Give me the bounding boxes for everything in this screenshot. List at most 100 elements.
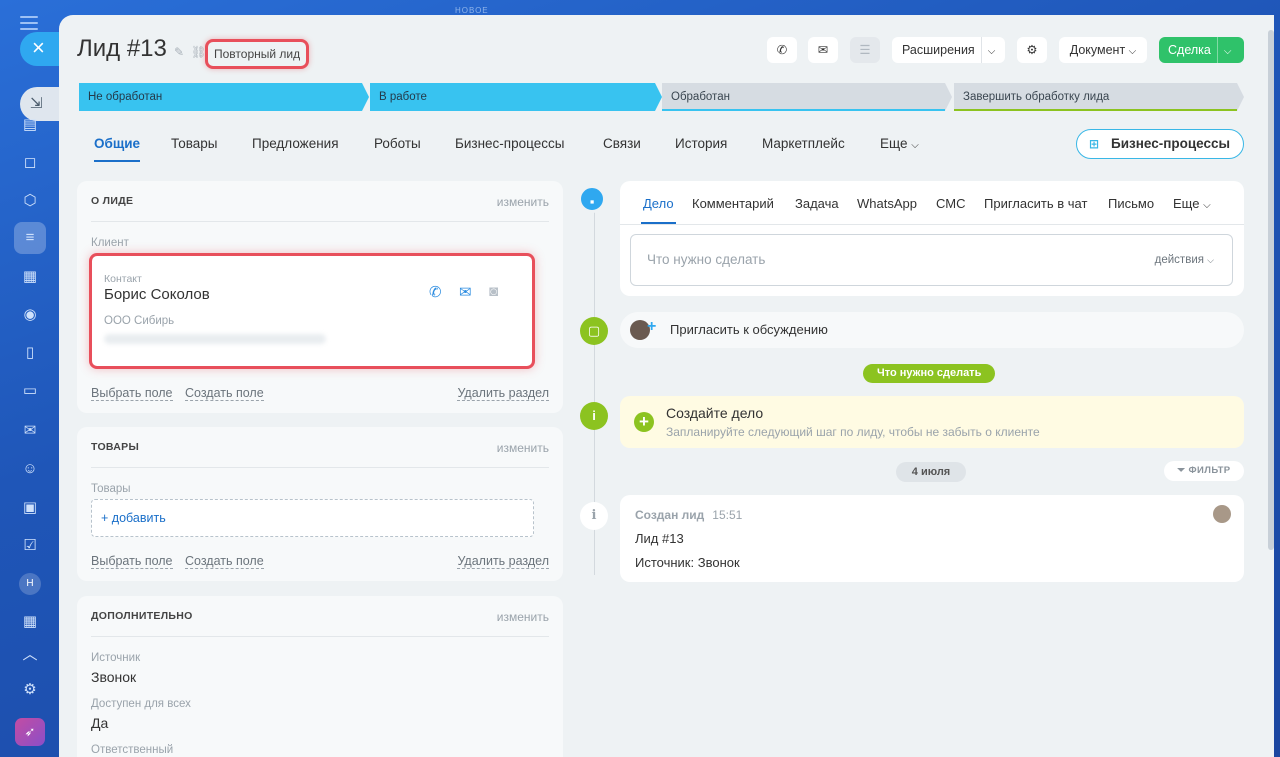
close-icon[interactable]: ×	[20, 32, 60, 66]
todo-input[interactable]: Что нужно сделать действия ⌵	[630, 234, 1233, 286]
settings-button[interactable]: ⚙	[1017, 37, 1047, 63]
repeat-lead-badge: Повторный лид	[205, 39, 310, 69]
stage-processed[interactable]: Обработан	[662, 83, 952, 111]
tab-task[interactable]: Задача	[795, 196, 839, 211]
bizproc-button-label: Бизнес-процессы	[1111, 136, 1231, 151]
delete-section-link[interactable]: Удалить раздел	[457, 554, 549, 569]
stage-finish[interactable]: Завершить обработку лида	[954, 83, 1244, 111]
chat-icon[interactable]: ◻	[19, 152, 41, 174]
tab-composer-more[interactable]: Еще ⌵	[1173, 196, 1211, 211]
contact-name[interactable]: Борис Соколов	[104, 286, 210, 303]
chevron-down-icon: ⌵	[911, 140, 919, 151]
chevron-up-icon[interactable]: ︿	[19, 644, 41, 666]
phone-icon: ✆	[776, 43, 788, 57]
tab-invite-chat[interactable]: Пригласить в чат	[984, 196, 1087, 211]
chat-button[interactable]: ☰	[850, 37, 880, 63]
filter-button[interactable]: ⏷ ФИЛЬТР	[1164, 461, 1244, 481]
plus-circle-icon[interactable]: +	[634, 412, 654, 432]
schedule-icon[interactable]: ▦	[19, 611, 41, 633]
presentation-icon[interactable]: ▣	[19, 497, 41, 519]
invite-discussion[interactable]: + Пригласить к обсуждению	[620, 312, 1244, 348]
available-label: Доступен для всех	[91, 698, 191, 710]
page-title: Лид #13	[77, 35, 167, 62]
stage-label: Не обработан	[88, 91, 163, 103]
tab-task-case[interactable]: Дело	[641, 196, 676, 224]
tab-letter[interactable]: Письмо	[1108, 196, 1154, 211]
email-button[interactable]: ✉	[808, 37, 838, 63]
users-icon[interactable]: ☺	[19, 458, 41, 480]
tab-sms[interactable]: СМС	[936, 196, 965, 211]
activity-composer: Дело Комментарий Задача WhatsApp СМС При…	[620, 181, 1244, 296]
create-field-link[interactable]: Создать поле	[185, 554, 264, 569]
tab-more[interactable]: Еще ⌵	[880, 136, 919, 151]
comment-icon: ▢	[580, 317, 608, 345]
chat-icon: ☰	[859, 43, 871, 57]
avatar[interactable]	[1213, 505, 1231, 523]
tab-offers[interactable]: Предложения	[252, 136, 339, 151]
menu-icon[interactable]	[20, 16, 38, 30]
feed-icon[interactable]: ▤	[19, 114, 41, 136]
delete-section-link[interactable]: Удалить раздел	[457, 386, 549, 401]
stage-not-processed[interactable]: Не обработан	[79, 83, 369, 111]
avatar[interactable]: Н	[19, 573, 41, 595]
robot-icon[interactable]: ◉	[19, 304, 41, 326]
hexagon-icon[interactable]: ⬡	[19, 190, 41, 212]
tab-more-label: Еще	[880, 136, 908, 151]
tab-whatsapp[interactable]: WhatsApp	[857, 196, 917, 211]
mail-icon[interactable]: ✉	[19, 420, 41, 442]
select-field-link[interactable]: Выбрать поле	[91, 386, 173, 401]
rocket-icon[interactable]: ➶	[15, 718, 45, 746]
todo-placeholder: Что нужно сделать	[647, 252, 766, 267]
log-time: 15:51	[712, 508, 743, 522]
select-field-link[interactable]: Выбрать поле	[91, 554, 173, 569]
responsible-label: Ответственный	[91, 744, 174, 756]
document-button[interactable]: Документ ⌵	[1059, 37, 1147, 63]
products-card: ТОВАРЫ изменить Товары + добавить Выбрат…	[77, 427, 563, 581]
tab-comment[interactable]: Комментарий	[692, 196, 774, 211]
actions-label: действия	[1154, 254, 1204, 266]
bizproc-icon: ⊞	[1089, 137, 1100, 151]
scrollbar[interactable]	[1268, 30, 1274, 550]
contact-details-blurred	[104, 334, 326, 344]
contact-company: ООО Сибирь	[104, 315, 175, 327]
pencil-icon[interactable]: ✎	[174, 45, 184, 59]
about-edit-link[interactable]: изменить	[497, 195, 549, 209]
create-activity-card[interactable]: + Создайте дело Запланируйте следующий ш…	[620, 396, 1244, 448]
link-icon[interactable]: ⛓	[191, 45, 206, 59]
extra-edit-link[interactable]: изменить	[497, 610, 549, 624]
mail-icon: ✉	[817, 43, 829, 57]
phone-icon[interactable]: ✆	[429, 283, 442, 301]
actions-dropdown[interactable]: действия ⌵	[1155, 235, 1214, 285]
tab-bizproc[interactable]: Бизнес-процессы	[455, 136, 564, 151]
extensions-button[interactable]: Расширения ⌵	[892, 37, 1005, 63]
bizproc-button[interactable]: ⊞ Бизнес-процессы	[1076, 129, 1244, 159]
contact-label: Контакт	[104, 273, 142, 285]
info-icon: i	[580, 402, 608, 430]
todo-pill: Что нужно сделать	[863, 364, 996, 383]
chevron-down-icon: ⌵	[1203, 200, 1211, 211]
checkbox-icon[interactable]: ☑	[19, 535, 41, 557]
card-icon[interactable]: ▭	[19, 380, 41, 402]
calendar-icon[interactable]: ▦	[19, 266, 41, 288]
tab-robots[interactable]: Роботы	[374, 136, 421, 151]
contact-block[interactable]: Контакт Борис Соколов ООО Сибирь ✆ ✉ ◙	[89, 253, 535, 369]
funnel-icon: ⏷	[1177, 465, 1186, 476]
convert-deal-button[interactable]: Сделка ⌵	[1159, 37, 1244, 63]
tab-links[interactable]: Связи	[603, 136, 641, 151]
tab-history[interactable]: История	[675, 136, 727, 151]
gear-icon[interactable]: ⚙	[19, 679, 41, 701]
new-label: НОВОЕ	[455, 6, 489, 15]
create-field-link[interactable]: Создать поле	[185, 386, 264, 401]
document-icon[interactable]: ▯	[19, 342, 41, 364]
chat-icon[interactable]: ◙	[489, 283, 498, 300]
composer-more-label: Еще	[1173, 196, 1200, 211]
stage-in-progress[interactable]: В работе	[370, 83, 662, 111]
mail-icon[interactable]: ✉	[459, 283, 472, 301]
products-edit-link[interactable]: изменить	[497, 441, 549, 455]
tab-products[interactable]: Товары	[171, 136, 217, 151]
add-product-button[interactable]: + добавить	[91, 499, 534, 537]
crm-funnel-icon[interactable]: ≡	[14, 222, 46, 254]
tab-general[interactable]: Общие	[94, 136, 141, 162]
tab-marketplace[interactable]: Маркетплейс	[762, 136, 845, 151]
call-button[interactable]: ✆	[767, 37, 797, 63]
